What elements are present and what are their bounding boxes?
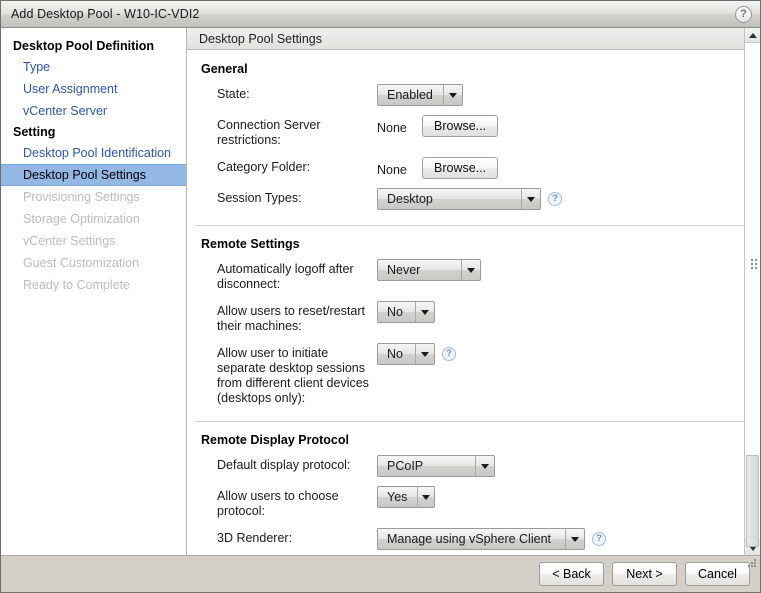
sidebar-item-user-assignment[interactable]: User Assignment <box>1 78 186 100</box>
back-button[interactable]: < Back <box>539 562 604 586</box>
sidebar-item-guest-customization: Guest Customization <box>23 256 140 270</box>
field-3d-renderer: 3D Renderer: Manage using vSphere Client… <box>195 528 746 550</box>
section-general: General State: Enabled Connection Server… <box>195 62 746 225</box>
chevron-down-icon <box>521 189 540 209</box>
connection-server-value: None <box>377 120 407 135</box>
field-separate-sessions-label: Allow user to initiate separate desktop … <box>217 346 369 405</box>
field-connection-server-label: Connection Server restrictions: <box>217 118 321 147</box>
state-dropdown[interactable]: Enabled <box>377 84 463 106</box>
field-allow-choose-protocol: Allow users to choose protocol: Yes <box>195 486 746 519</box>
category-folder-browse-button[interactable]: Browse... <box>422 157 499 179</box>
section-remote-display-protocol-title: Remote Display Protocol <box>201 433 349 447</box>
section-remote-display-protocol: Remote Display Protocol Default display … <box>195 421 746 555</box>
field-session-types: Session Types: Desktop ? <box>195 188 746 210</box>
sidebar-item-type[interactable]: Type <box>1 56 186 78</box>
resize-grip-icon[interactable] <box>748 559 757 568</box>
3d-renderer-value: Manage using vSphere Client <box>387 532 551 546</box>
dialog-body: Desktop Pool Definition Type User Assign… <box>1 28 760 556</box>
scrollbar-thumb[interactable] <box>746 455 759 547</box>
panel-drag-handle-icon[interactable] <box>750 256 758 272</box>
sidebar-item-provisioning-settings: Provisioning Settings <box>23 190 140 204</box>
next-button[interactable]: Next > <box>612 562 677 586</box>
section-remote-settings: Remote Settings Automatically logoff aft… <box>195 225 746 421</box>
allow-choose-protocol-dropdown[interactable]: Yes <box>377 486 435 508</box>
dialog-title: Add Desktop Pool - W10-IC-VDI2 <box>11 7 200 21</box>
field-state-label: State: <box>217 87 250 101</box>
separate-sessions-help-icon[interactable]: ? <box>442 347 456 361</box>
state-dropdown-value: Enabled <box>387 88 433 102</box>
3d-renderer-dropdown[interactable]: Manage using vSphere Client <box>377 528 585 550</box>
field-category-folder-label: Category Folder: <box>217 160 311 174</box>
chevron-down-icon <box>415 344 434 364</box>
field-connection-server-restrictions: Connection Server restrictions: None Bro… <box>195 115 746 148</box>
triangle-up-icon <box>748 32 757 38</box>
allow-reset-dropdown-value: No <box>387 305 403 319</box>
sidebar-item-desktop-pool-settings[interactable]: Desktop Pool Settings <box>1 164 186 186</box>
panel-content: General State: Enabled Connection Server… <box>187 50 760 555</box>
default-display-protocol-value: PCoIP <box>387 459 424 473</box>
field-default-display-protocol-label: Default display protocol: <box>217 458 351 472</box>
chevron-down-icon <box>442 85 462 105</box>
scrollbar-track[interactable] <box>745 43 760 547</box>
panel-scroll-area: General State: Enabled Connection Server… <box>187 50 760 555</box>
session-types-help-icon[interactable]: ? <box>548 192 562 206</box>
sidebar-item-storage-optimization: Storage Optimization <box>23 212 140 226</box>
default-display-protocol-dropdown[interactable]: PCoIP <box>377 455 495 477</box>
section-remote-settings-title: Remote Settings <box>201 237 300 251</box>
field-allow-reset-label: Allow users to reset/restart their machi… <box>217 304 365 333</box>
3d-renderer-help-icon[interactable]: ? <box>592 532 606 546</box>
panel-header: Desktop Pool Settings <box>187 28 760 50</box>
field-allow-reset: Allow users to reset/restart their machi… <box>195 301 746 334</box>
session-types-dropdown-value: Desktop <box>387 192 433 206</box>
scroll-up-button[interactable] <box>745 28 760 43</box>
field-state: State: Enabled <box>195 84 746 106</box>
chevron-down-icon <box>565 529 584 549</box>
vertical-scrollbar[interactable] <box>744 28 760 555</box>
cancel-button[interactable]: Cancel <box>685 562 750 586</box>
auto-logoff-dropdown[interactable]: Never <box>377 259 481 281</box>
settings-panel: Desktop Pool Settings General State: Ena… <box>187 28 760 555</box>
wizard-step-sidebar: Desktop Pool Definition Type User Assign… <box>1 28 187 555</box>
field-allow-choose-protocol-label: Allow users to choose protocol: <box>217 489 339 518</box>
add-desktop-pool-dialog: Add Desktop Pool - W10-IC-VDI2 ? Desktop… <box>0 0 761 593</box>
sidebar-item-vcenter-server[interactable]: vCenter Server <box>1 100 186 122</box>
allow-reset-dropdown[interactable]: No <box>377 301 435 323</box>
dialog-titlebar: Add Desktop Pool - W10-IC-VDI2 ? <box>1 1 760 28</box>
dialog-footer: < Back Next > Cancel <box>1 556 760 592</box>
field-category-folder: Category Folder: None Browse... <box>195 157 746 179</box>
connection-server-browse-button[interactable]: Browse... <box>422 115 499 137</box>
category-folder-value: None <box>377 162 407 177</box>
section-general-title: General <box>201 62 248 76</box>
field-separate-sessions: Allow user to initiate separate desktop … <box>195 343 746 406</box>
separate-sessions-dropdown-value: No <box>387 347 403 361</box>
chevron-down-icon <box>417 487 434 507</box>
sidebar-item-desktop-pool-identification[interactable]: Desktop Pool Identification <box>1 142 186 164</box>
sidebar-item-vcenter-settings: vCenter Settings <box>23 234 116 248</box>
separate-sessions-dropdown[interactable]: No <box>377 343 435 365</box>
field-auto-logoff-label: Automatically logoff after disconnect: <box>217 262 354 291</box>
field-default-display-protocol: Default display protocol: PCoIP <box>195 455 746 477</box>
help-icon[interactable]: ? <box>735 6 752 23</box>
auto-logoff-dropdown-value: Never <box>387 263 421 277</box>
sidebar-item-ready-to-complete: Ready to Complete <box>23 278 131 292</box>
chevron-down-icon <box>475 456 494 476</box>
field-3d-renderer-label: 3D Renderer: <box>217 531 293 545</box>
field-auto-logoff: Automatically logoff after disconnect: N… <box>195 259 746 292</box>
session-types-dropdown[interactable]: Desktop <box>377 188 541 210</box>
sidebar-group-setting: Setting <box>13 125 56 139</box>
chevron-down-icon <box>461 260 480 280</box>
sidebar-group-desktop-pool-definition: Desktop Pool Definition <box>13 39 154 53</box>
chevron-down-icon <box>415 302 434 322</box>
field-session-types-label: Session Types: <box>217 191 302 205</box>
allow-choose-protocol-value: Yes <box>387 490 408 504</box>
